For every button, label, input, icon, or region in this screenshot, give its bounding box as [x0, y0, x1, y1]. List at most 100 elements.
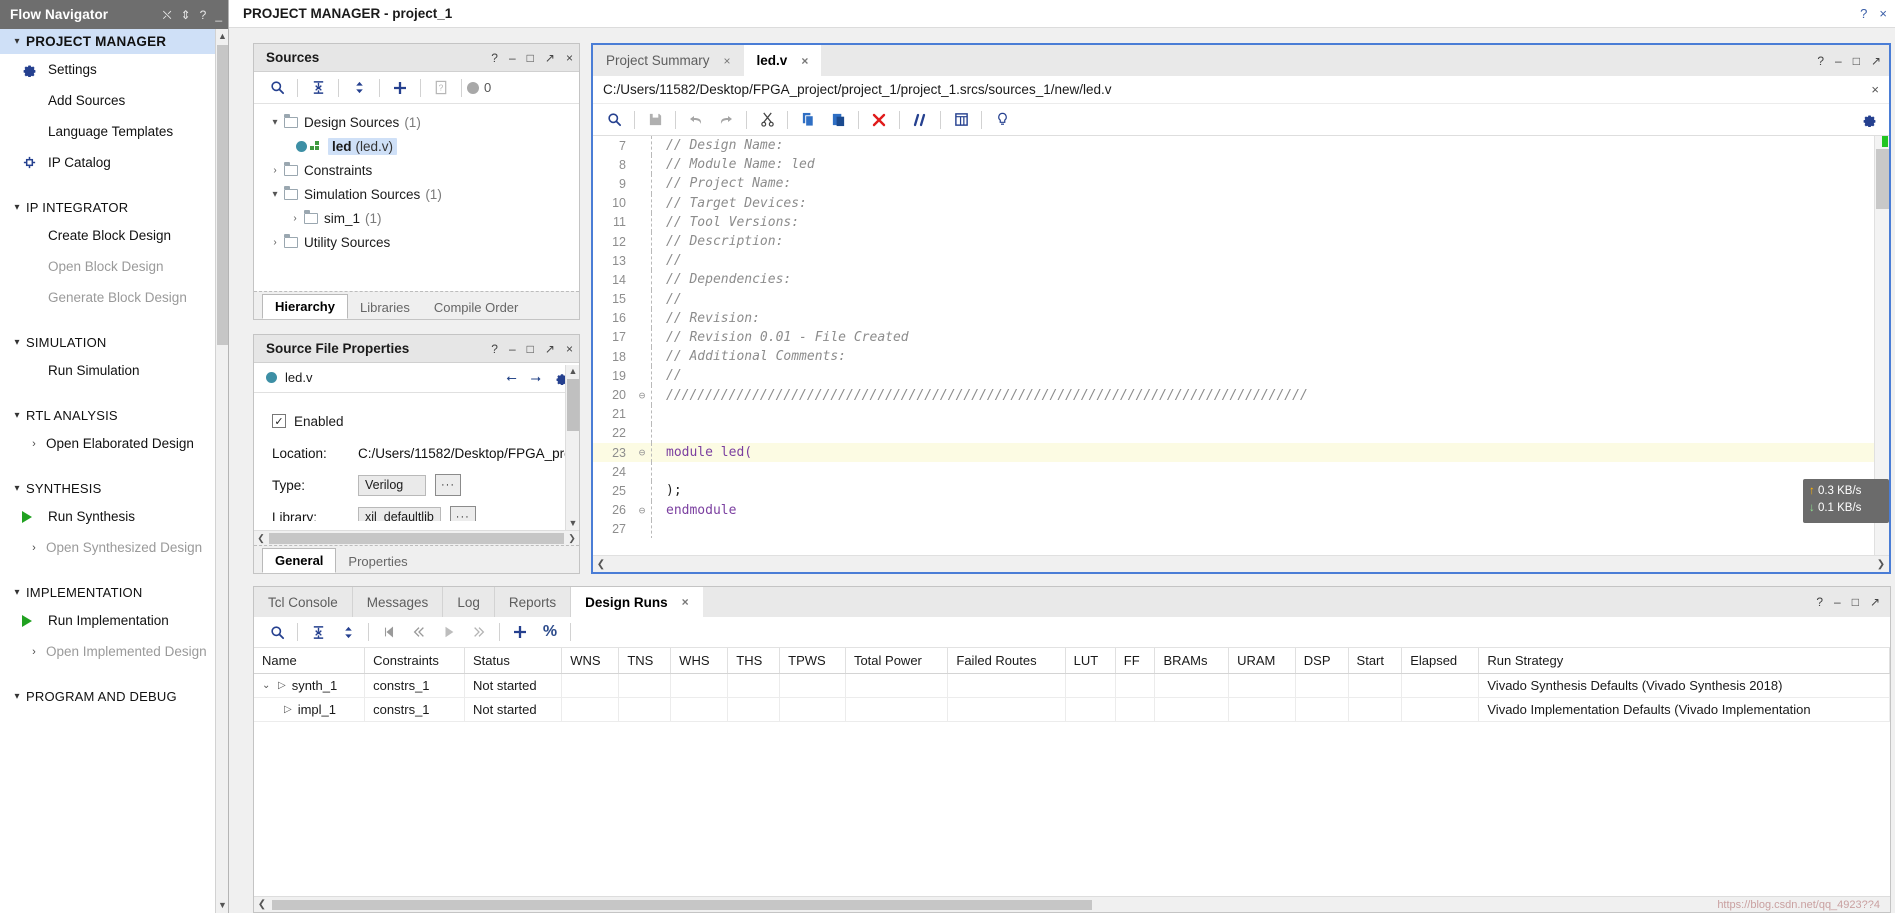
- scroll-right-icon[interactable]: ❯: [1873, 559, 1889, 570]
- console-horizontal-scrollbar[interactable]: ❮: [254, 896, 1890, 912]
- delete-icon[interactable]: [864, 107, 894, 133]
- help-icon[interactable]: ?: [491, 342, 498, 356]
- maximize-icon[interactable]: □: [1853, 54, 1860, 68]
- scroll-thumb[interactable]: [272, 899, 1092, 910]
- chevron-right-icon[interactable]: ›: [286, 213, 304, 224]
- type-field[interactable]: Verilog: [358, 474, 426, 496]
- code-text-area[interactable]: 7 // Design Name: 8 // Module Name: led 9 //…: [593, 136, 1889, 538]
- tree-row-design-sources[interactable]: ▾ Design Sources (1): [254, 110, 579, 134]
- tab-led-v[interactable]: led.v ×: [743, 45, 822, 76]
- scroll-down-icon[interactable]: ▼: [566, 517, 580, 530]
- gear-icon[interactable]: [1859, 107, 1889, 133]
- sidebar-item-run-implementation[interactable]: Run Implementation: [0, 605, 228, 636]
- run-icon[interactable]: ▷: [278, 680, 286, 691]
- close-icon[interactable]: ×: [1871, 82, 1889, 97]
- help-icon[interactable]: ?: [1860, 6, 1867, 21]
- tab-compile-order[interactable]: Compile Order: [422, 296, 531, 319]
- copy-icon[interactable]: [793, 107, 823, 133]
- column-header[interactable]: BRAMs: [1154, 648, 1230, 674]
- column-header[interactable]: Status: [464, 648, 563, 674]
- expand-all-icon[interactable]: [344, 75, 374, 101]
- column-header[interactable]: THS: [727, 648, 781, 674]
- float-icon[interactable]: ↗: [1871, 54, 1881, 68]
- paste-icon[interactable]: [823, 107, 853, 133]
- help-icon[interactable]: ?: [200, 9, 207, 21]
- chevron-down-icon[interactable]: ▾: [266, 189, 284, 200]
- column-header[interactable]: Failed Routes: [947, 648, 1066, 674]
- sidebar-group-simulation[interactable]: ▾ SIMULATION: [0, 330, 228, 355]
- search-icon[interactable]: [599, 107, 629, 133]
- maximize-icon[interactable]: □: [1852, 595, 1859, 609]
- next-icon[interactable]: [464, 619, 494, 645]
- float-icon[interactable]: ↗: [1870, 595, 1880, 609]
- scroll-thumb[interactable]: [1876, 149, 1889, 209]
- search-icon[interactable]: [262, 619, 292, 645]
- scroll-down-icon[interactable]: ▼: [216, 898, 228, 913]
- tab-project-summary[interactable]: Project Summary ×: [593, 45, 744, 76]
- tab-general[interactable]: General: [262, 548, 337, 573]
- sfp-vertical-scrollbar[interactable]: ▲ ▼: [565, 365, 579, 530]
- type-browse-button[interactable]: ···: [435, 474, 461, 496]
- flow-navigator-scrollbar[interactable]: ▲ ▼: [215, 29, 228, 913]
- scroll-right-icon[interactable]: ❯: [565, 533, 579, 544]
- scroll-left-icon[interactable]: ❮: [254, 899, 270, 910]
- minimize-icon[interactable]: –: [509, 51, 516, 65]
- close-icon[interactable]: ×: [801, 54, 808, 68]
- help-icon[interactable]: ?: [1816, 595, 1823, 609]
- table-row[interactable]: ⌄ ▷ synth_1 constrs_1 Not started Vivado Synt…: [254, 673, 1890, 698]
- collapse-all-icon[interactable]: [303, 619, 333, 645]
- scroll-thumb[interactable]: [269, 532, 564, 544]
- cut-icon[interactable]: [752, 107, 782, 133]
- sidebar-item-generate-block-design[interactable]: Generate Block Design: [0, 282, 228, 313]
- chevron-down-icon[interactable]: ▾: [266, 117, 284, 128]
- editor-horizontal-scrollbar[interactable]: ❮ ❯: [593, 555, 1889, 572]
- minimize-icon[interactable]: _: [215, 9, 222, 21]
- tab-libraries[interactable]: Libraries: [348, 296, 422, 319]
- forward-arrow-icon[interactable]: ⭢: [531, 370, 541, 386]
- float-icon[interactable]: ↗: [545, 51, 555, 65]
- add-sources-icon[interactable]: [385, 75, 415, 101]
- column-header[interactable]: TPWS: [779, 648, 846, 674]
- float-icon[interactable]: ↗: [545, 342, 555, 356]
- sidebar-group-rtl-analysis[interactable]: ▾ RTL ANALYSIS: [0, 403, 228, 428]
- report-icon[interactable]: ?: [426, 75, 456, 101]
- tab-properties[interactable]: Properties: [336, 550, 419, 573]
- library-browse-button[interactable]: ···: [449, 506, 476, 521]
- chevron-down-icon[interactable]: ⌄: [262, 680, 272, 691]
- run-icon[interactable]: [434, 619, 464, 645]
- tab-hierarchy[interactable]: Hierarchy: [262, 294, 348, 319]
- tab-log[interactable]: Log: [443, 587, 495, 617]
- sidebar-group-ip-integrator[interactable]: ▾ IP INTEGRATOR: [0, 195, 228, 220]
- column-header[interactable]: LUT: [1065, 648, 1116, 674]
- tab-messages[interactable]: Messages: [353, 587, 444, 617]
- fold-toggle-icon[interactable]: ⊖: [633, 446, 651, 459]
- run-name-cell[interactable]: ⌄ ▷ synth_1: [254, 673, 366, 698]
- tree-row-constraints[interactable]: › Constraints: [254, 158, 579, 182]
- column-header[interactable]: FF: [1115, 648, 1156, 674]
- fold-toggle-icon[interactable]: ⊖: [633, 389, 651, 402]
- bulb-icon[interactable]: [987, 107, 1017, 133]
- fold-toggle-icon[interactable]: ⊖: [633, 504, 651, 517]
- maximize-icon[interactable]: □: [527, 342, 534, 356]
- tab-design-runs[interactable]: Design Runs ×: [571, 587, 703, 617]
- column-header[interactable]: Total Power: [845, 648, 949, 674]
- scroll-up-icon[interactable]: ▲: [216, 29, 228, 44]
- table-row[interactable]: ▷ impl_1 constrs_1 Not started Vivado Implem…: [254, 697, 1890, 722]
- run-name-cell[interactable]: ▷ impl_1: [254, 697, 366, 722]
- close-icon[interactable]: ×: [724, 54, 731, 68]
- run-icon[interactable]: ▷: [284, 704, 292, 715]
- tree-row-sim-1[interactable]: › sim_1 (1): [254, 206, 579, 230]
- sidebar-item-language-templates[interactable]: Language Templates: [0, 116, 228, 147]
- chevron-right-icon[interactable]: ›: [266, 165, 284, 176]
- column-header[interactable]: URAM: [1228, 648, 1296, 674]
- scroll-thumb[interactable]: [217, 45, 228, 345]
- undo-icon[interactable]: [681, 107, 711, 133]
- comment-icon[interactable]: [905, 107, 935, 133]
- column-header[interactable]: Start: [1348, 648, 1403, 674]
- sfp-horizontal-scrollbar[interactable]: ❮ ❯: [254, 530, 579, 545]
- column-header[interactable]: TNS: [618, 648, 672, 674]
- scroll-left-icon[interactable]: ❮: [254, 533, 268, 544]
- sidebar-item-open-elaborated-design[interactable]: › Open Elaborated Design: [0, 428, 228, 459]
- column-header[interactable]: Constraints: [364, 648, 465, 674]
- column-header[interactable]: Run Strategy: [1478, 648, 1890, 674]
